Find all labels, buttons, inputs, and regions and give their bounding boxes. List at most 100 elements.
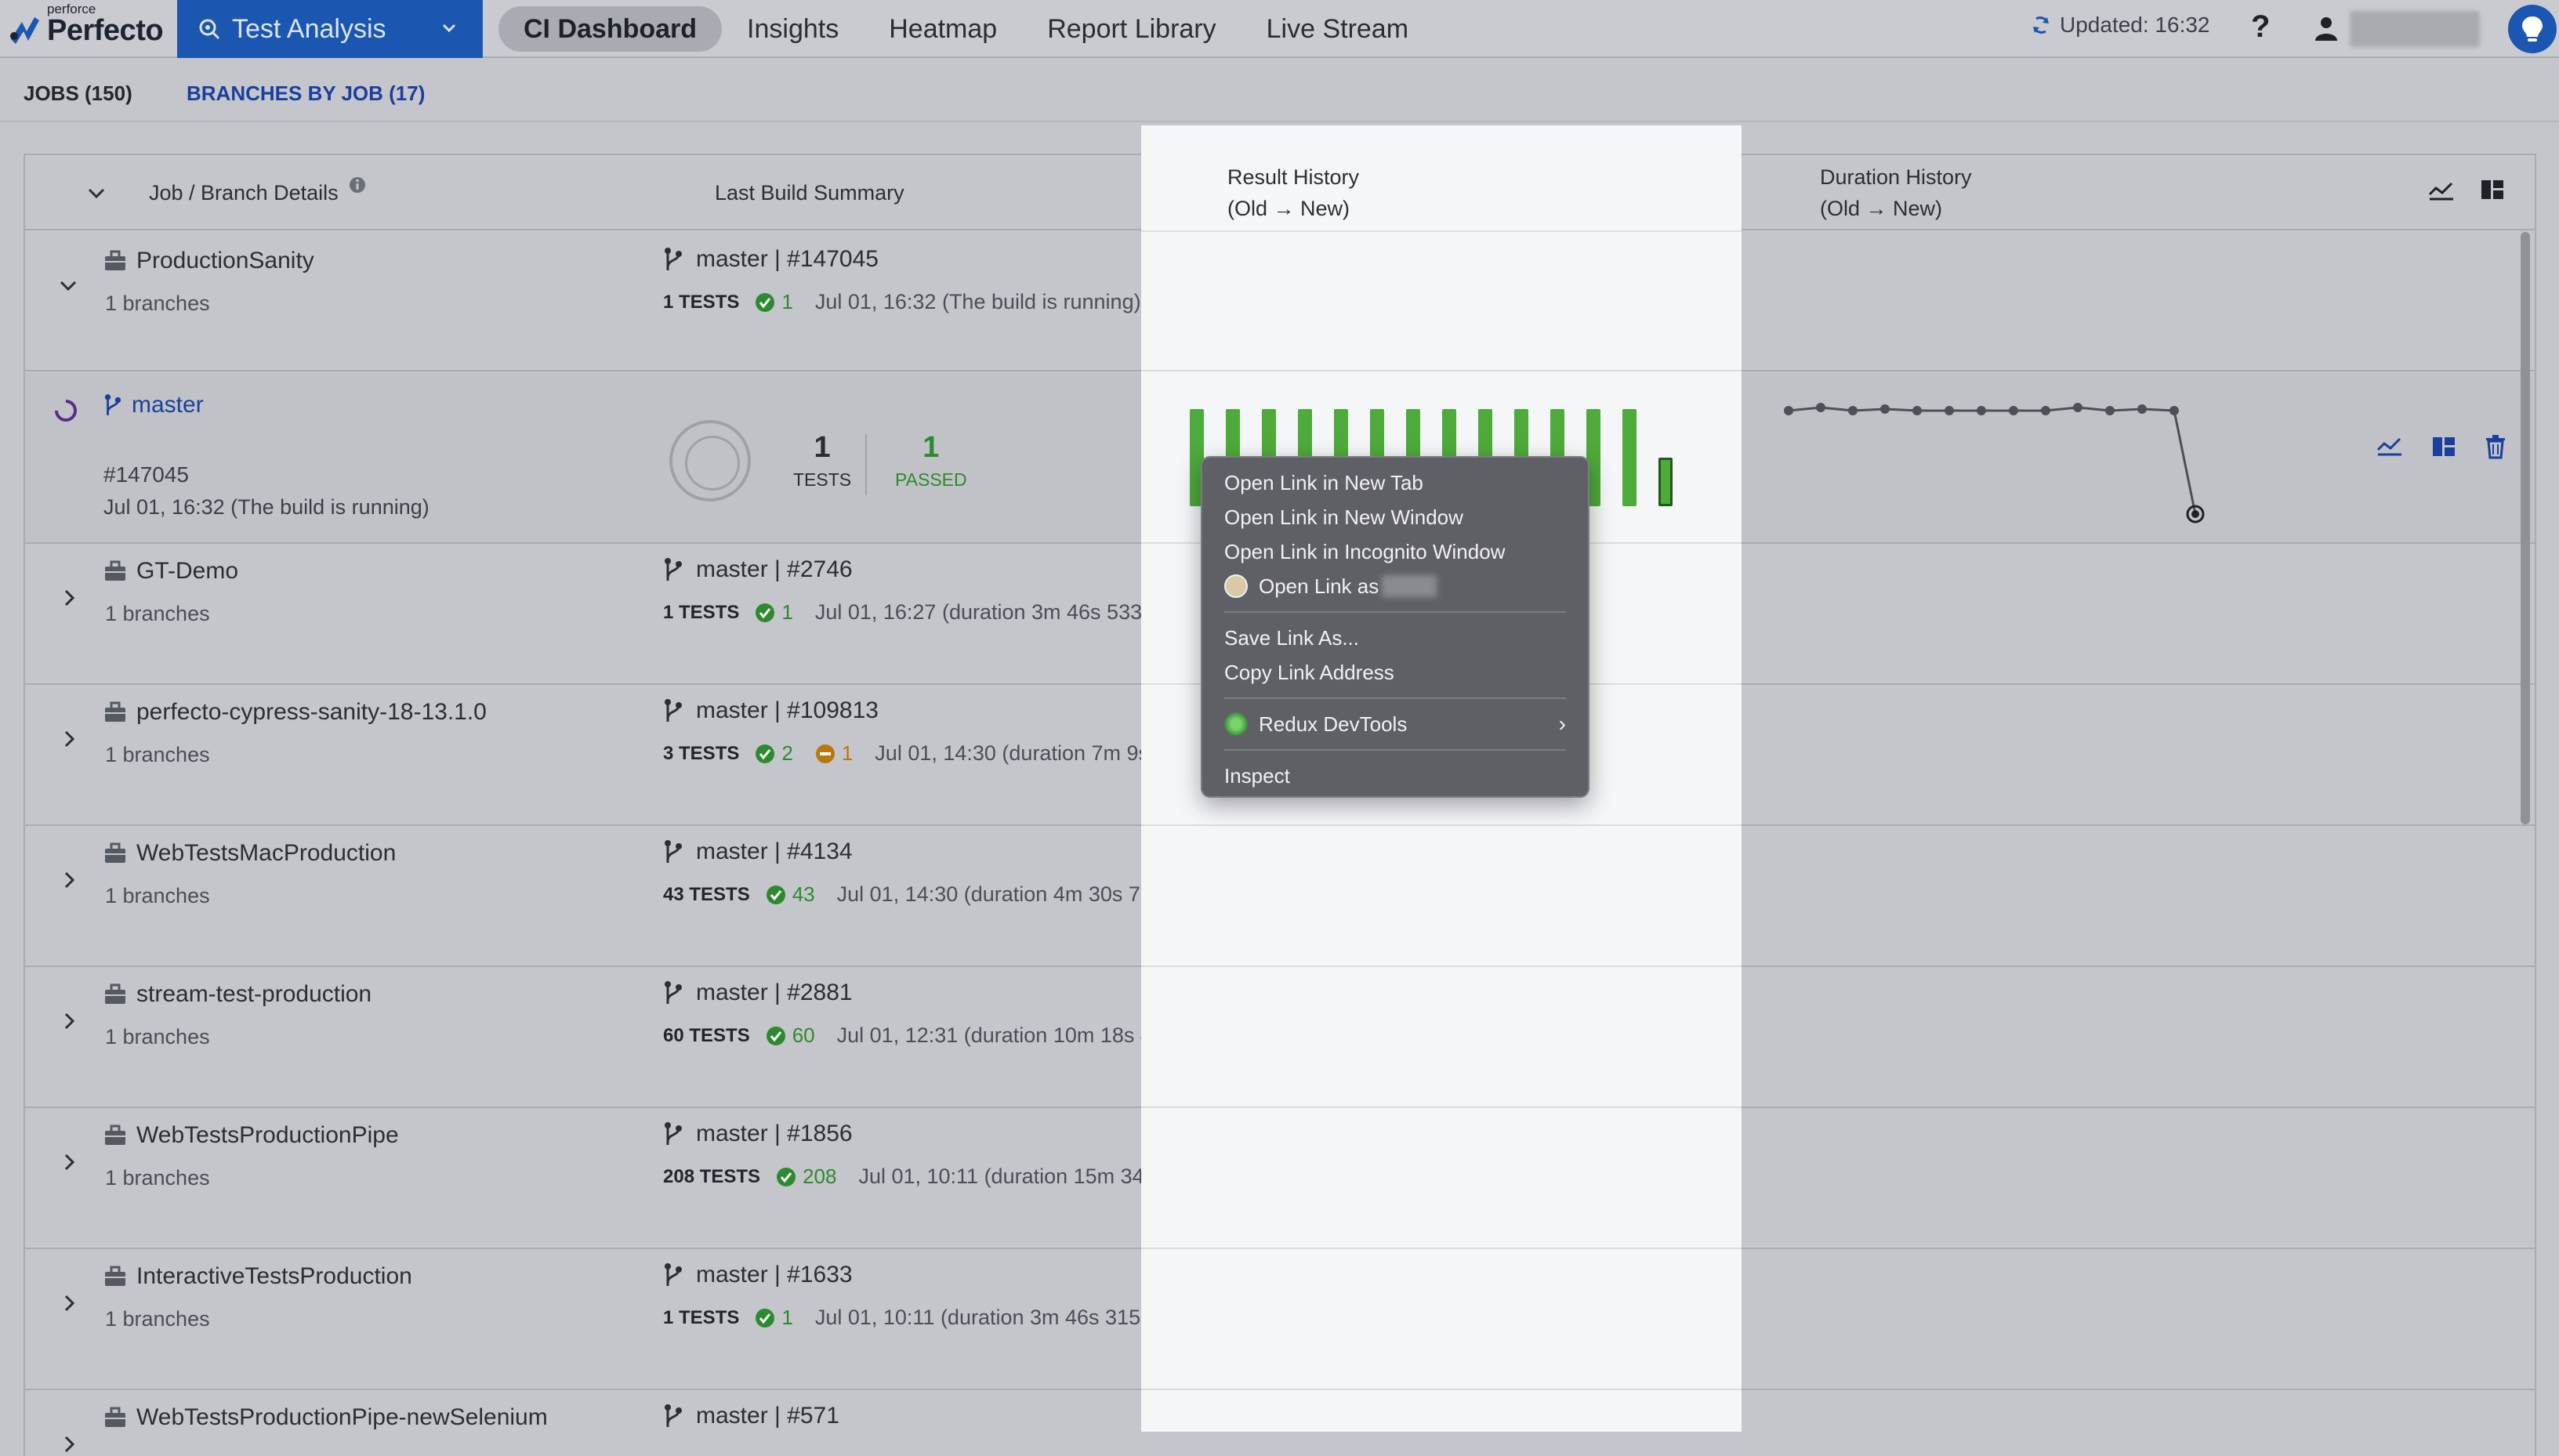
duration-point[interactable] [2041,406,2050,415]
user-name-blurred[interactable] [2350,11,2480,47]
passed-count: 1 [781,1306,793,1329]
job-name[interactable]: WebTestsProductionPipe-newSelenium [103,1404,548,1431]
last-build[interactable]: master | #147045 [663,246,879,273]
last-build[interactable]: master | #1633 [663,1262,853,1288]
user-icon[interactable] [2312,14,2340,42]
main-nav: CI Dashboard Insights Heatmap Report Lib… [498,6,1434,52]
last-build[interactable]: master | #1856 [663,1121,853,1147]
collapse-all-chevron-icon[interactable] [85,182,108,205]
menu-redux-devtools[interactable]: Redux DevTools › [1202,707,1588,741]
menu-separator [1224,749,1566,751]
result-bar[interactable] [1622,409,1637,506]
duration-point[interactable] [1880,404,1890,414]
chart-view-icon[interactable] [2428,179,2455,202]
passed-count: 208 [803,1164,837,1188]
duration-point[interactable] [2169,406,2179,415]
row-divider [1141,1248,1742,1249]
job-name-text: GT-Demo [136,558,239,584]
result-bar-running[interactable] [1658,458,1673,506]
tab-branches-by-job[interactable]: BRANCHES BY JOB (17) [187,81,425,106]
menu-open-link-as[interactable]: Open Link as [1202,569,1588,603]
job-name[interactable]: GT-Demo [103,558,238,585]
job-name[interactable]: WebTestsProductionPipe [103,1122,399,1149]
menu-open-new-window[interactable]: Open Link in New Window [1202,500,1588,534]
passed-count: 1 [781,290,793,313]
duration-point[interactable] [2009,406,2018,415]
help-icon[interactable]: ? [2251,9,2270,45]
last-build[interactable]: master | #109813 [663,697,879,724]
nav-live-stream[interactable]: Live Stream [1241,6,1434,52]
duration-point[interactable] [2073,403,2082,412]
duration-point[interactable] [1912,406,1922,415]
branch-link[interactable]: master [103,392,204,418]
nav-insights[interactable]: Insights [722,6,864,52]
expand-chevron-right-icon[interactable] [58,727,82,751]
expand-chevron-down-icon[interactable] [56,274,80,298]
expand-chevron-right-icon[interactable] [58,586,82,610]
branch-icon [665,558,682,581]
last-build-text: master | #1633 [696,1262,853,1288]
expand-chevron-right-icon[interactable] [58,1291,82,1315]
last-build[interactable]: master | #2746 [663,556,853,583]
job-name[interactable]: perfecto-cypress-sanity-18-13.1.0 [103,699,487,726]
menu-open-incognito[interactable]: Open Link in Incognito Window [1202,534,1588,569]
duration-point[interactable] [1977,406,1986,415]
tests-count: 1 TESTS [663,601,740,623]
expand-chevron-right-icon[interactable] [58,1432,82,1456]
job-name[interactable]: InteractiveTestsProduction [103,1263,412,1290]
menu-inspect[interactable]: Inspect [1202,759,1588,793]
nav-ci-dashboard[interactable]: CI Dashboard [498,6,723,52]
nav-heatmap[interactable]: Heatmap [864,6,1022,52]
job-name[interactable]: ProductionSanity [103,248,314,274]
briefcase-icon [105,842,125,863]
check-circle-icon [756,1308,775,1327]
submenu-arrow-icon: › [1558,712,1566,736]
tab-jobs[interactable]: JOBS (150) [24,81,132,106]
menu-copy-link-address[interactable]: Copy Link Address [1202,655,1588,690]
header-job-branch[interactable]: Job / Branch Details [149,177,339,208]
duration-point[interactable] [1945,406,1954,415]
job-name[interactable]: WebTestsMacProduction [103,840,396,867]
grid-view-icon[interactable] [2480,177,2505,202]
duration-point[interactable] [1848,406,1858,415]
trash-icon[interactable] [2485,434,2506,459]
tests-count: 3 TESTS [663,742,740,764]
menu-open-new-tab[interactable]: Open Link in New Tab [1202,465,1588,500]
bulb-icon[interactable] [2508,5,2557,53]
nav-report-library[interactable]: Report Library [1022,6,1241,52]
menu-open-new-tab-label: Open Link in New Tab [1224,471,1423,494]
test-analysis-button[interactable]: Test Analysis [177,0,483,58]
duration-point[interactable] [1816,403,1825,412]
updated-text: Updated: 16:32 [2060,13,2210,37]
expand-chevron-right-icon[interactable] [58,1009,82,1033]
branch-actions [2376,434,2506,459]
build-time: Jul 01, 10:11 (duration 3m 46s 315ms) [814,1306,1176,1329]
last-build[interactable]: master | #4134 [663,838,853,865]
job-name[interactable]: stream-test-production [103,981,372,1008]
chart-view-icon[interactable] [2376,434,2403,458]
build-summary: 208 TESTS 208 Jul 01, 10:11 (duration 15… [663,1164,1220,1189]
last-build[interactable]: master | #571 [663,1403,839,1429]
perfecto-logo[interactable]: perforce Perfecto [5,0,177,58]
info-icon[interactable] [348,176,367,194]
job-name-text: perfecto-cypress-sanity-18-13.1.0 [136,699,487,725]
scrollbar[interactable] [2521,232,2530,824]
menu-save-link-as[interactable]: Save Link As... [1202,621,1588,655]
duration-point[interactable] [2137,404,2147,414]
last-build[interactable]: master | #2881 [663,980,853,1006]
last-build-text: master | #1856 [696,1121,853,1146]
job-name-text: ProductionSanity [136,248,314,273]
branch-icon [665,1404,682,1427]
job-name-text: WebTestsMacProduction [136,840,397,866]
last-build-text: master | #4134 [696,838,853,864]
passed-count: 60 [792,1023,815,1047]
branch-count: 1 branches [105,1025,210,1049]
duration-point[interactable] [2105,406,2115,415]
expand-chevron-right-icon[interactable] [58,1150,82,1174]
branch-build-date: Jul 01, 16:32 (The build is running) [103,495,430,519]
updated-status[interactable]: Updated: 16:32 [2030,13,2210,38]
expand-chevron-right-icon[interactable] [58,868,82,892]
tests-count: 1 TESTS [663,1306,740,1328]
grid-view-icon[interactable] [2431,434,2456,459]
duration-point[interactable] [1784,406,1793,415]
